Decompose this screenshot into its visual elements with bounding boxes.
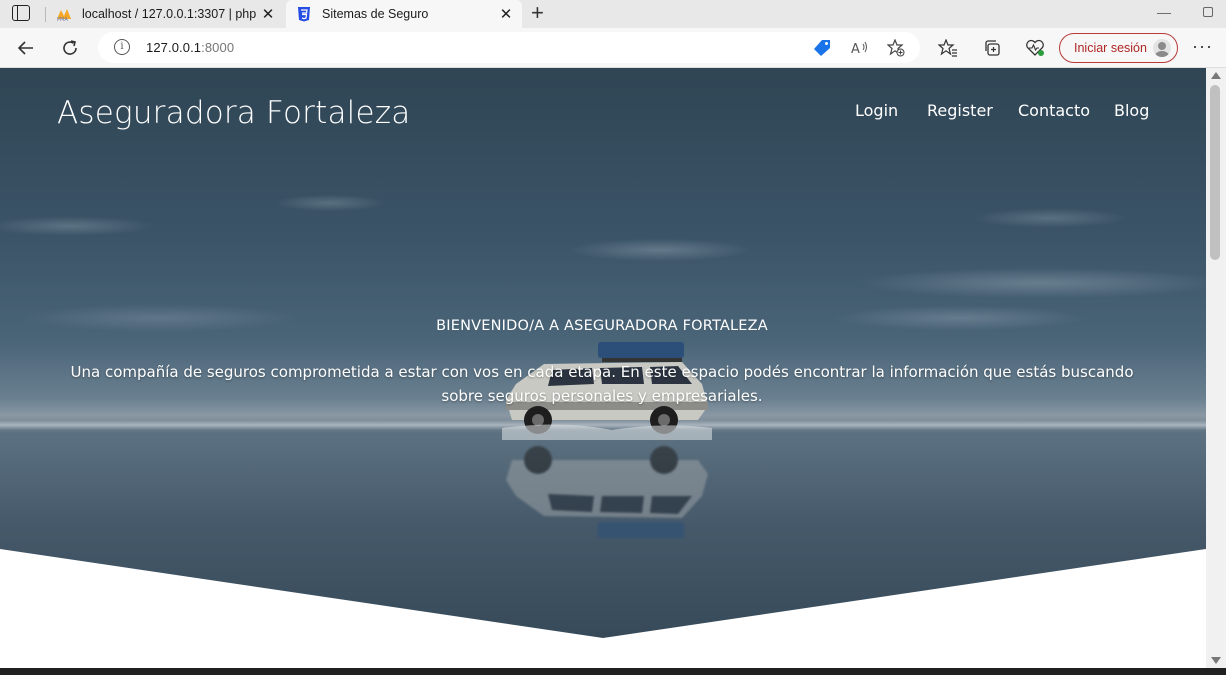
css3-icon [298,7,310,22]
browser-toolbar: i 127.0.0.1:8000 A Iniciar sesión ··· [0,28,1226,68]
minimize-icon[interactable]: — [1157,4,1171,20]
nav-login[interactable]: Login [855,101,898,120]
shopping-tag-icon[interactable] [812,38,832,58]
hero-subtitle: Una compañía de seguros comprometida a e… [70,363,1134,405]
read-aloud-icon[interactable]: A [850,38,870,58]
sign-in-button[interactable]: Iniciar sesión [1059,33,1178,63]
sign-in-label: Iniciar sesión [1074,41,1147,55]
refresh-icon[interactable] [58,36,82,60]
hero-section: Aseguradora Fortaleza Login Register Con… [0,68,1206,638]
tab-sitemas-de-seguro[interactable]: Sitemas de Seguro ✕ [286,0,522,28]
tab-actions-icon[interactable] [12,5,30,21]
nav-register[interactable]: Register [927,101,993,120]
url-port: :8000 [201,40,235,55]
close-icon[interactable]: ✕ [494,5,518,23]
browser-essentials-icon[interactable] [1023,36,1047,60]
address-bar[interactable]: i 127.0.0.1:8000 A [98,32,920,63]
page-viewport: Aseguradora Fortaleza Login Register Con… [0,68,1206,668]
collections-icon[interactable] [980,36,1004,60]
nav-contacto[interactable]: Contacto [1018,101,1090,120]
hero-title: BIENVENIDO/A A ASEGURADORA FORTALEZA [436,318,768,334]
favorites-icon[interactable] [936,36,960,60]
page-scrollbar[interactable] [1206,68,1226,668]
close-icon[interactable]: ✕ [256,5,280,23]
tab-title: localhost / 127.0.0.1:3307 | phpMyAdmin [82,7,256,21]
more-options-icon[interactable]: ··· [1192,36,1213,57]
site-brand[interactable]: Aseguradora Fortaleza [57,95,410,131]
os-taskbar-edge [0,668,1226,675]
svg-text:A: A [851,42,860,56]
site-info-icon[interactable]: i [114,39,130,55]
avatar-icon [1153,39,1171,57]
jeep-reflection-image [506,446,708,538]
url-host: 127.0.0.1 [146,40,202,55]
scrollbar-thumb[interactable] [1210,85,1220,260]
tab-bar: PMA localhost / 127.0.0.1:3307 | phpMyAd… [0,0,1226,28]
back-icon[interactable] [14,36,38,60]
add-favorite-icon[interactable] [886,38,906,58]
url-text: 127.0.0.1:8000 [146,40,234,55]
nav-blog[interactable]: Blog [1114,101,1149,120]
new-tab-icon[interactable]: + [531,2,544,24]
scroll-up-icon[interactable] [1211,72,1221,79]
phpmyadmin-icon: PMA [57,9,71,22]
svg-text:PMA: PMA [57,17,68,22]
scroll-down-icon[interactable] [1211,657,1221,664]
tab-title: Sitemas de Seguro [322,7,429,21]
tab-phpmyadmin[interactable]: PMA localhost / 127.0.0.1:3307 | phpMyAd… [46,0,284,28]
restore-icon[interactable] [1203,7,1213,17]
